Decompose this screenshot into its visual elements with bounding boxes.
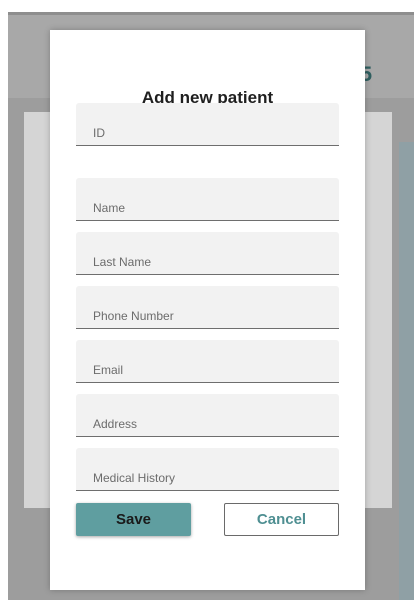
add-patient-dialog: Add new patient Save Cancel [50,30,365,590]
medical-history-input[interactable] [76,448,339,490]
id-input[interactable] [76,103,339,145]
save-button[interactable]: Save [76,503,191,536]
app-top-strip [0,0,414,12]
phone-number-field[interactable] [76,286,339,329]
cancel-button[interactable]: Cancel [224,503,339,536]
id-field[interactable] [76,103,339,146]
name-input[interactable] [76,178,339,220]
last-name-input[interactable] [76,232,339,274]
app-right-panel [399,142,414,600]
email-field[interactable] [76,340,339,383]
last-name-field[interactable] [76,232,339,275]
phone-number-input[interactable] [76,286,339,328]
medical-history-field[interactable] [76,448,339,491]
address-input[interactable] [76,394,339,436]
email-input[interactable] [76,340,339,382]
address-field[interactable] [76,394,339,437]
name-field[interactable] [76,178,339,221]
